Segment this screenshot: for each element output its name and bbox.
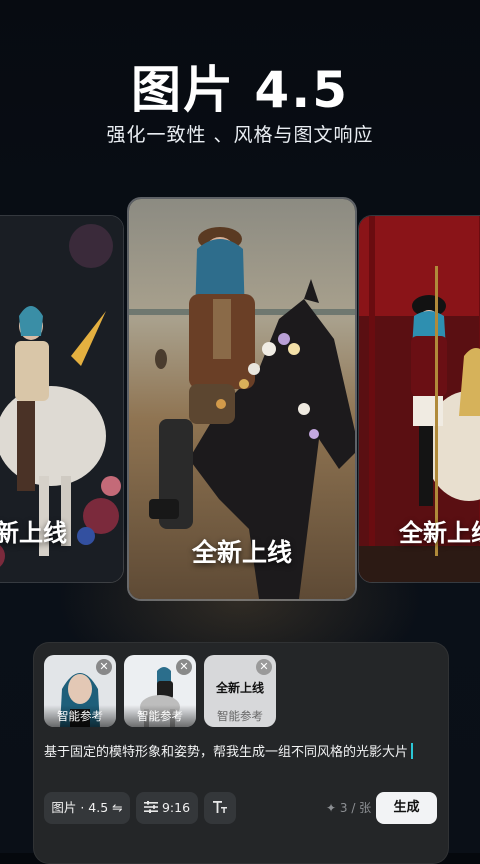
showcase-card-right[interactable]: 全新上线 xyxy=(358,215,480,583)
aspect-ratio-label: 9:16 xyxy=(161,800,191,815)
reference-thumbnail-2[interactable]: ✕ 智能参考 xyxy=(124,655,196,727)
reference-label: 智能参考 xyxy=(124,705,196,727)
sliders-icon xyxy=(143,801,158,813)
card-caption-right: 全新上线 xyxy=(399,519,480,547)
composer-toolbar: 图片 · 4.5 ⇋ 9:16 ✦ 3 / 张 生成 xyxy=(44,792,439,824)
generate-button[interactable]: 生成 xyxy=(376,792,437,824)
reference-label: 智能参考 xyxy=(44,705,116,727)
aspect-ratio-button[interactable]: 9:16 xyxy=(136,792,198,824)
close-icon[interactable]: ✕ xyxy=(176,659,192,675)
text-size-button[interactable] xyxy=(204,792,236,824)
prompt-composer: ✕ 智能参考 ✕ 智能参考 全新上线 ✕ 智能参考 基于固定的模特形象和姿势，帮… xyxy=(33,642,449,864)
reference-label: 智能参考 xyxy=(217,709,263,723)
reference-title: 全新上线 xyxy=(215,681,264,695)
showcase-card-left[interactable]: 全新上线 xyxy=(0,215,124,583)
close-icon[interactable]: ✕ xyxy=(96,659,112,675)
page-title: 图片 4.5 xyxy=(131,61,349,119)
model-selector-button[interactable]: 图片 · 4.5 ⇋ xyxy=(44,792,130,824)
text-cursor xyxy=(411,743,414,759)
card-caption-center: 全新上线 xyxy=(191,538,292,567)
card-caption-left: 全新上线 xyxy=(0,519,67,547)
generation-count[interactable]: ✦ 3 / 张 xyxy=(326,792,371,824)
reference-thumbnail-3[interactable]: 全新上线 ✕ 智能参考 xyxy=(204,655,276,727)
close-icon[interactable]: ✕ xyxy=(256,659,272,675)
page-subtitle: 强化一致性 、风格与图文响应 xyxy=(106,124,374,146)
prompt-text: 基于固定的模特形象和姿势，帮我生成一组不同风格的光影大片 xyxy=(44,745,409,760)
prompt-input[interactable]: 基于固定的模特形象和姿势，帮我生成一组不同风格的光影大片 xyxy=(44,741,439,760)
showcase-card-center[interactable]: 全新上线 xyxy=(127,197,357,601)
reference-thumbnail-1[interactable]: ✕ 智能参考 xyxy=(44,655,116,727)
text-size-icon xyxy=(213,801,227,813)
